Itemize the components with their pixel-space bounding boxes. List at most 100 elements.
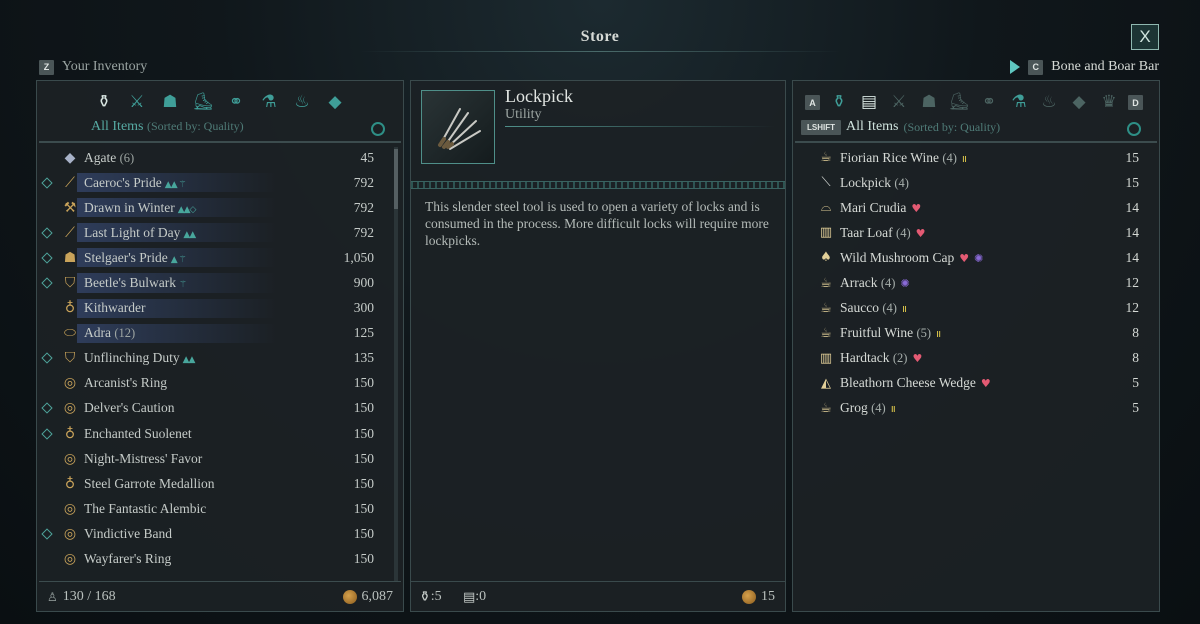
vendor-item-row[interactable]: ⟍ Lockpick (4) 15: [795, 170, 1157, 195]
vendor-item-row[interactable]: ☕ Saucco (4) ıı 12: [795, 296, 1157, 321]
item-name-text: The Fantastic Alembic: [84, 500, 207, 516]
sword-icon[interactable]: ⚔: [126, 91, 148, 113]
inventory-item-row[interactable]: ⛉ Beetle's Bulwark ⚚ 900: [39, 270, 394, 295]
item-value: 12: [1125, 300, 1140, 316]
potion-icon[interactable]: ⚗: [1008, 91, 1030, 113]
item-name: The Fantastic Alembic: [84, 501, 206, 517]
ring-icon[interactable]: ⚭: [225, 91, 247, 113]
vendor-settings-icon[interactable]: [1127, 122, 1141, 136]
item-value: 150: [353, 400, 374, 416]
item-name: Saucco (4) ıı: [840, 300, 907, 316]
inventory-item-row[interactable]: ♁ Kithwarder 300: [39, 296, 394, 321]
item-value: 150: [353, 525, 374, 541]
vendor-name[interactable]: Bone and Boar Bar: [1051, 59, 1159, 75]
inventory-header: Z Your Inventory: [39, 59, 147, 75]
sword-icon[interactable]: ⚔: [888, 91, 910, 113]
armor-icon[interactable]: ☗: [918, 91, 940, 113]
inventory-item-row[interactable]: ◎ Vindictive Band 150: [39, 521, 394, 546]
item-value: 14: [1125, 199, 1140, 215]
item-name-text: Vindictive Band: [84, 525, 173, 541]
item-count: (12): [114, 326, 136, 341]
vendor-item-row[interactable]: ♠ Wild Mushroom Cap ♥ ✺ 14: [795, 245, 1157, 270]
prev-category-key[interactable]: A: [805, 95, 820, 110]
inventory-scrollbar[interactable]: [394, 147, 398, 581]
bread-icon: ▥: [819, 225, 833, 241]
vendor-item-row[interactable]: ◭ Bleathorn Cheese Wedge ♥ 5: [795, 371, 1157, 396]
next-category-key[interactable]: D: [1128, 95, 1143, 110]
potion-icon[interactable]: ⚗: [258, 91, 280, 113]
item-name: Arcanist's Ring: [84, 375, 167, 391]
gem-icon[interactable]: ◆: [1068, 91, 1090, 113]
item-name-text: Hardtack: [840, 350, 890, 366]
crown-icon[interactable]: ♛: [1098, 91, 1120, 113]
item-name-text: Stelgaer's Pride: [84, 249, 168, 265]
item-name-text: Unflinching Duty: [84, 350, 180, 366]
item-value: 150: [353, 500, 374, 516]
coin-icon: [742, 590, 756, 604]
lamp-icon[interactable]: ♨: [1038, 91, 1060, 113]
vendor-key-hint: C: [1028, 59, 1044, 75]
ring-icon[interactable]: ⚭: [978, 91, 1000, 113]
ornament-divider: [411, 181, 785, 189]
inventory-label[interactable]: Your Inventory: [62, 59, 147, 75]
bag-icon[interactable]: ⚱: [828, 91, 850, 113]
drink-icon: ☕: [820, 300, 832, 316]
inventory-item-row[interactable]: ⟋ Caeroc's Pride ▲▲ ⚚ 792: [39, 170, 394, 195]
vendor-item-row[interactable]: ▥ Taar Loaf (4) ♥ 14: [795, 220, 1157, 245]
amulet-icon: ♁: [64, 425, 76, 442]
inventory-item-row[interactable]: ☗ Stelgaer's Pride ▲ ⚚ 1,050: [39, 245, 394, 270]
item-count: (5): [916, 326, 932, 341]
item-name: Lockpick (4): [840, 175, 909, 191]
dish-icon: ⌓: [820, 200, 832, 216]
vendor-item-row[interactable]: ☕ Fruitful Wine (5) ıı 8: [795, 321, 1157, 346]
boot-icon[interactable]: ⛸: [192, 91, 214, 113]
inventory-item-row[interactable]: ⟋ Last Light of Day ▲▲ 792: [39, 220, 394, 245]
inventory-item-row[interactable]: ⚒ Drawn in Winter ▲▲◇ 792: [39, 195, 394, 220]
ore-icon: ⬭: [64, 325, 76, 342]
item-name-text: Adra: [84, 325, 111, 341]
gem-icon[interactable]: ◆: [324, 91, 346, 113]
inventory-item-row[interactable]: ◎ Wayfarer's Ring 150: [39, 547, 394, 572]
item-count: (4): [871, 401, 886, 416]
vendor-item-row[interactable]: ⌓ Mari Crudia ♥ 14: [795, 195, 1157, 220]
boot-icon[interactable]: ⛸: [948, 91, 970, 113]
amulet-icon: ♁: [64, 300, 76, 317]
bag-icon[interactable]: ⚱: [93, 91, 115, 113]
item-perk-icons: ▲▲ ⚚: [164, 179, 187, 190]
inventory-category-bar: ⚱ ⚔ ☗ ⛸ ⚭ ⚗ ♨ ◆: [93, 91, 346, 113]
vendor-item-row[interactable]: ☕ Arrack (4) ✺ 12: [795, 270, 1157, 295]
inventory-item-row[interactable]: ♁ Steel Garrote Medallion 150: [39, 471, 394, 496]
inventory-item-row[interactable]: ♁ Enchanted Suolenet 150: [39, 421, 394, 446]
item-name-text: Grog: [840, 400, 868, 416]
vendor-item-row[interactable]: ▥ Hardtack (2) ♥ 8: [795, 346, 1157, 371]
inventory-item-row[interactable]: ⬭ Adra (12) 125: [39, 321, 394, 346]
inventory-item-row[interactable]: ◆ Agate (6) 45: [39, 145, 394, 170]
vendor-item-row[interactable]: ☕ Grog (4) ıı 5: [795, 396, 1157, 421]
chest-icon[interactable]: ▤: [858, 91, 880, 113]
spiral-perk-icon: ✺: [974, 251, 984, 265]
armor-icon[interactable]: ☗: [159, 91, 181, 113]
item-name: Delver's Caution: [84, 400, 175, 416]
inventory-item-row[interactable]: ◎ Arcanist's Ring 150: [39, 371, 394, 396]
vendor-sort-label[interactable]: LSHIFT All Items (Sorted by: Quality): [801, 119, 1000, 135]
item-name: Mari Crudia ♥: [840, 200, 921, 216]
item-name: Kithwarder: [84, 300, 145, 316]
inventory-settings-icon[interactable]: [371, 122, 385, 136]
item-name: Bleathorn Cheese Wedge ♥: [840, 375, 991, 391]
lamp-icon[interactable]: ♨: [291, 91, 313, 113]
inventory-sort-label[interactable]: All Items (Sorted by: Quality): [91, 119, 244, 135]
inventory-scroll-thumb[interactable]: [394, 149, 398, 209]
inventory-item-row[interactable]: ◎ The Fantastic Alembic 150: [39, 496, 394, 521]
stat-a-value: :5: [430, 589, 442, 604]
inventory-item-row[interactable]: ◎ Delver's Caution 150: [39, 396, 394, 421]
heart-perk-icon: ♥: [915, 226, 926, 240]
close-button[interactable]: X: [1131, 24, 1159, 50]
inventory-item-row[interactable]: ◎ Night-Mistress' Favor 150: [39, 446, 394, 471]
item-name: Steel Garrote Medallion: [84, 476, 214, 492]
inventory-item-row[interactable]: ⛉ Unflinching Duty ▲▲ 135: [39, 346, 394, 371]
title-divider: [360, 51, 840, 52]
item-value: 8: [1132, 325, 1139, 341]
vendor-item-row[interactable]: ☕ Fiorian Rice Wine (4) ıı 15: [795, 145, 1157, 170]
vendor-panel: A ⚱ ▤ ⚔ ☗ ⛸ ⚭ ⚗ ♨ ◆ ♛ D LSHIFT All Items…: [792, 80, 1160, 612]
spiral-perk-icon: ✺: [900, 277, 910, 291]
